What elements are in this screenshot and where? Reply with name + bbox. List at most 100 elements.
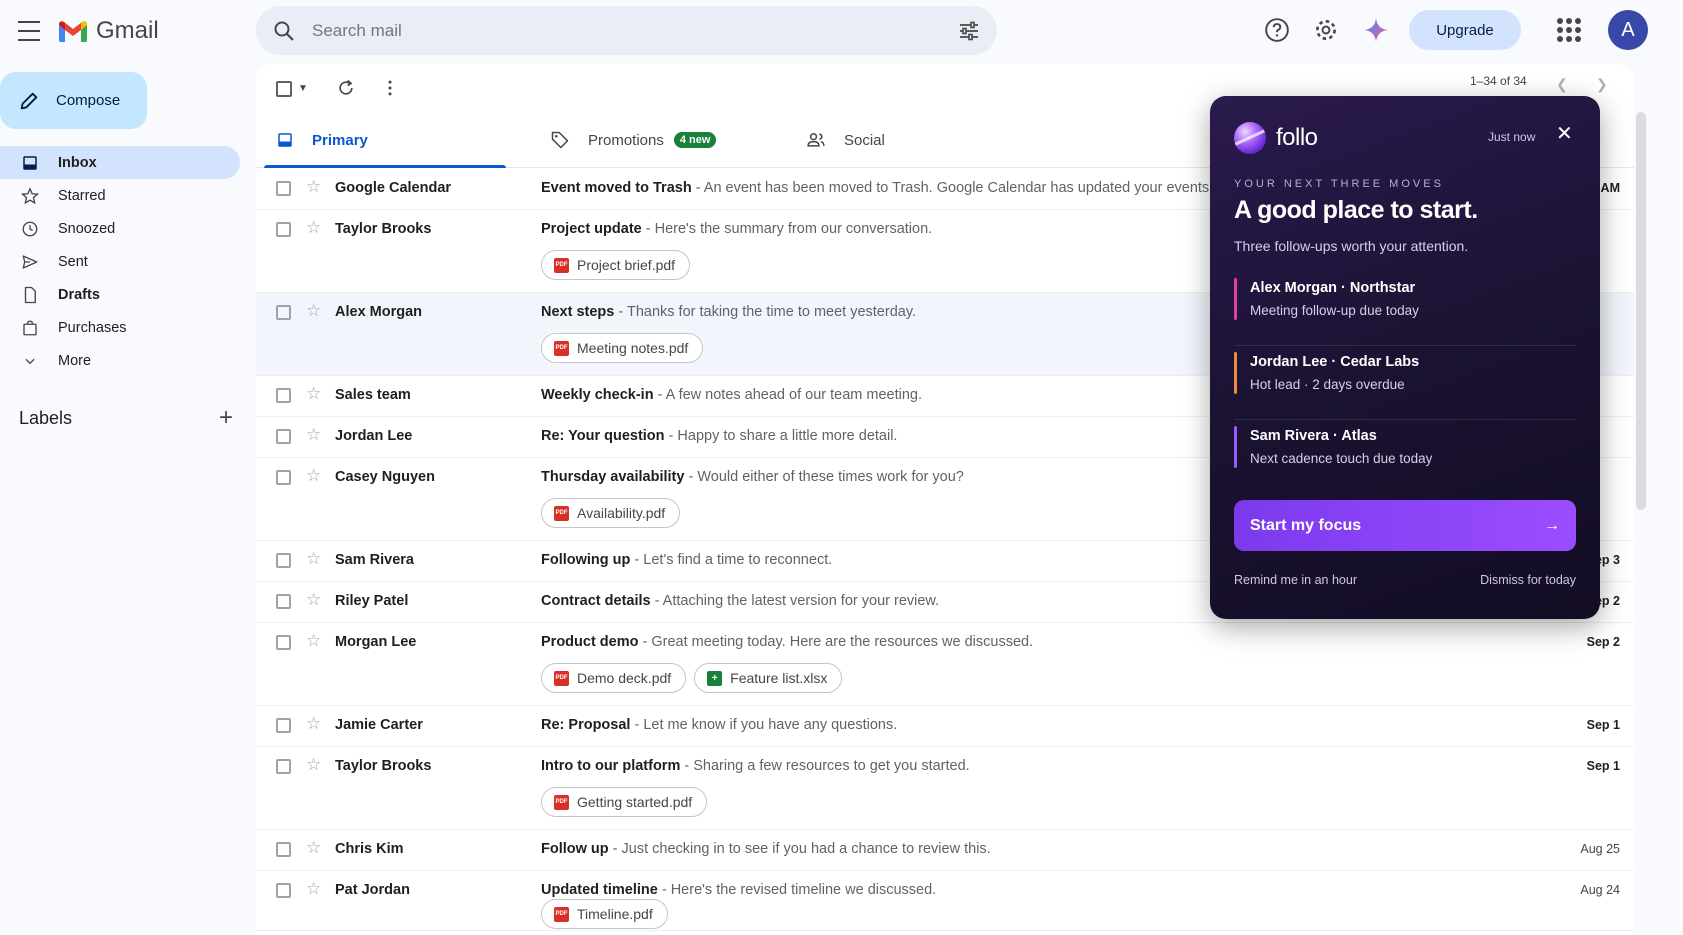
email-snippet: - Would either of these times work for y…: [684, 469, 964, 485]
attachment-chip[interactable]: + Feature list.xlsx: [694, 663, 843, 693]
gmail-logo[interactable]: Gmail: [58, 17, 159, 45]
attachment-chips: PDF Timeline.pdf: [541, 899, 668, 929]
gemini-sparkle-icon[interactable]: [1363, 17, 1389, 43]
close-icon[interactable]: ✕: [1556, 124, 1573, 144]
chevron-down-icon: [20, 351, 40, 371]
star-icon[interactable]: ☆: [306, 838, 321, 858]
sidebar-item-sent[interactable]: Sent: [0, 245, 240, 278]
star-icon[interactable]: ☆: [306, 631, 321, 651]
sidebar-item-label: Snoozed: [58, 220, 116, 237]
clock-icon: [20, 219, 40, 239]
attachment-chip[interactable]: PDF Timeline.pdf: [541, 899, 668, 929]
compose-label: Compose: [56, 92, 121, 109]
main-menu-icon[interactable]: [16, 18, 42, 44]
sidebar-item-drafts[interactable]: Drafts: [0, 278, 240, 311]
tab-promotions[interactable]: Promotions 4 new: [530, 112, 717, 168]
row-checkbox[interactable]: [276, 305, 291, 320]
tag-icon: [551, 131, 569, 149]
attachment-name: Getting started.pdf: [577, 794, 693, 810]
search-options-icon[interactable]: [957, 19, 981, 43]
remind-later-link[interactable]: Remind me in an hour: [1234, 573, 1357, 587]
row-checkbox[interactable]: [276, 759, 291, 774]
refresh-icon[interactable]: [336, 78, 356, 98]
star-icon[interactable]: ☆: [306, 301, 321, 321]
row-checkbox[interactable]: [276, 842, 291, 857]
row-checkbox[interactable]: [276, 222, 291, 237]
row-checkbox[interactable]: [276, 718, 291, 733]
tab-social[interactable]: Social: [786, 112, 885, 168]
google-apps-icon[interactable]: [1557, 18, 1581, 42]
attachment-chip[interactable]: PDF Meeting notes.pdf: [541, 333, 704, 363]
inbox-icon: [20, 153, 40, 173]
star-icon[interactable]: ☆: [306, 549, 321, 569]
email-subject: Intro to our platform: [541, 758, 681, 774]
attachment-chips: PDF Project brief.pdf: [541, 250, 691, 280]
pdf-file-icon: PDF: [554, 505, 569, 521]
row-checkbox[interactable]: [276, 429, 291, 444]
email-row[interactable]: ☆ Jamie Carter Re: Proposal - Let me know …: [256, 706, 1634, 747]
row-checkbox[interactable]: [276, 635, 291, 650]
start-focus-button[interactable]: Start my focus →: [1234, 500, 1576, 551]
pdf-file-icon: PDF: [554, 794, 569, 810]
star-icon[interactable]: ☆: [306, 384, 321, 404]
sidebar-item-starred[interactable]: Starred: [0, 179, 240, 212]
attachment-chip[interactable]: PDF Availability.pdf: [541, 498, 681, 528]
sidebar-item-purchases[interactable]: Purchases: [0, 311, 240, 344]
email-snippet: - Thanks for taking the time to meet yes…: [614, 304, 917, 320]
row-checkbox[interactable]: [276, 553, 291, 568]
row-checkbox[interactable]: [276, 181, 291, 196]
search-icon[interactable]: [272, 19, 296, 43]
email-row[interactable]: ☆ Morgan Lee Product demo - Great meeting …: [256, 623, 1634, 706]
star-icon[interactable]: ☆: [306, 590, 321, 610]
star-icon[interactable]: ☆: [306, 177, 321, 197]
email-summary: Next steps - Thanks for taking the time …: [541, 304, 916, 320]
email-row[interactable]: ☆ Taylor Brooks Intro to our platform - Sh…: [256, 747, 1634, 830]
pdf-file-icon: PDF: [554, 340, 569, 356]
upgrade-button[interactable]: Upgrade: [1409, 10, 1521, 50]
more-vert-icon[interactable]: [380, 78, 400, 98]
settings-gear-icon[interactable]: [1313, 17, 1339, 43]
sidebar-item-more[interactable]: More: [0, 344, 240, 377]
star-icon[interactable]: ☆: [306, 466, 321, 486]
star-icon: [20, 186, 40, 206]
email-snippet: - Happy to share a little more detail.: [664, 428, 898, 444]
row-checkbox[interactable]: [276, 594, 291, 609]
follo-item[interactable]: Jordan Lee · Cedar Labs Hot lead · 2 day…: [1234, 346, 1576, 420]
chevron-right-icon[interactable]: ❯: [1596, 76, 1608, 93]
sidebar-item-snoozed[interactable]: Snoozed: [0, 212, 240, 245]
star-icon[interactable]: ☆: [306, 755, 321, 775]
email-row[interactable]: ☆ Chris Kim Follow up - Just checking in t…: [256, 830, 1634, 871]
star-icon[interactable]: ☆: [306, 879, 321, 899]
row-checkbox[interactable]: [276, 388, 291, 403]
email-summary: Contract details - Attaching the latest …: [541, 593, 939, 609]
email-row[interactable]: ☆Avery ScottRe: Next steps - Looks good …: [256, 931, 1634, 935]
select-all-checkbox[interactable]: [276, 81, 292, 97]
row-checkbox[interactable]: [276, 883, 291, 898]
follo-item[interactable]: Alex Morgan · Northstar Meeting follow-u…: [1234, 272, 1576, 346]
search-bar[interactable]: [256, 6, 997, 55]
star-icon[interactable]: ☆: [306, 218, 321, 238]
account-avatar[interactable]: A: [1608, 10, 1648, 50]
email-row[interactable]: ☆ Pat Jordan Updated timeline - Here's the…: [256, 871, 1634, 931]
follo-timestamp: Just now: [1488, 130, 1536, 144]
add-label-icon[interactable]: +: [219, 404, 233, 432]
attachment-chip[interactable]: PDF Getting started.pdf: [541, 787, 708, 817]
help-icon[interactable]: [1264, 17, 1290, 43]
email-summary: Follow up - Just checking in to see if y…: [541, 841, 991, 857]
chevron-left-icon[interactable]: ❮: [1556, 76, 1568, 93]
follo-item[interactable]: Sam Rivera · Atlas Next cadence touch du…: [1234, 420, 1576, 494]
labels-heading: Labels: [19, 407, 73, 428]
star-icon[interactable]: ☆: [306, 714, 321, 734]
row-checkbox[interactable]: [276, 470, 291, 485]
attachment-chip[interactable]: PDF Project brief.pdf: [541, 250, 691, 280]
tab-primary[interactable]: Primary: [256, 112, 506, 168]
dismiss-today-link[interactable]: Dismiss for today: [1480, 573, 1576, 587]
search-input[interactable]: [312, 20, 957, 41]
pdf-file-icon: PDF: [554, 257, 569, 273]
star-icon[interactable]: ☆: [306, 425, 321, 445]
compose-button[interactable]: Compose: [0, 72, 147, 129]
select-dropdown-icon[interactable]: ▼: [298, 83, 308, 94]
sidebar-item-inbox[interactable]: Inbox: [0, 146, 240, 179]
scrollbar-thumb[interactable]: [1636, 112, 1646, 510]
attachment-chip[interactable]: PDF Demo deck.pdf: [541, 663, 687, 693]
